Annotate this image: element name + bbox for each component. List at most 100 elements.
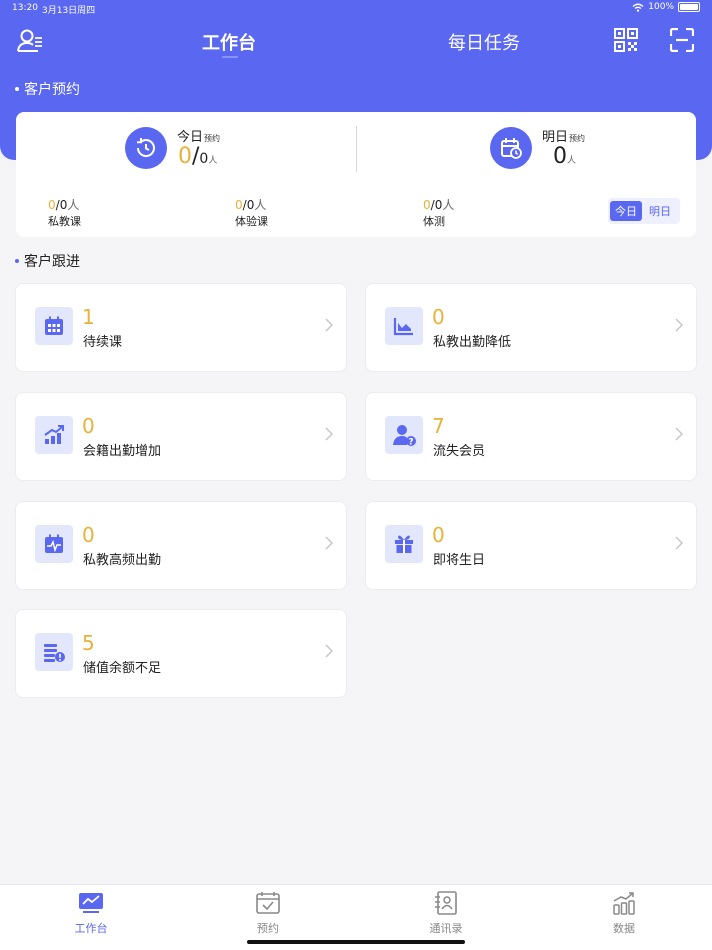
- calendar-check-icon: [256, 892, 280, 914]
- tab-bar-data[interactable]: 数据: [594, 891, 654, 936]
- gift-icon: [385, 525, 423, 563]
- stat-private-class: 0/0人 私教课: [48, 198, 81, 228]
- chart-up-icon: [35, 416, 73, 454]
- tab-label: 预约: [257, 922, 279, 935]
- tomorrow-unit: 人: [567, 156, 577, 166]
- day-toggle: 今日 明日: [608, 198, 680, 224]
- stat-unit: 人: [254, 198, 267, 212]
- card-private-high-frequency[interactable]: 0 私教高频出勤: [15, 501, 347, 590]
- chevron-right-icon: [675, 427, 684, 441]
- toggle-tomorrow[interactable]: 明日: [644, 201, 676, 221]
- today-label-text: 今日: [177, 130, 204, 145]
- stat-done: 0: [235, 198, 243, 212]
- card-upcoming-birthday[interactable]: 0 即将生日: [365, 501, 697, 590]
- card-count: 0: [82, 523, 95, 547]
- stat-body-test: 0/0人 体测: [423, 198, 455, 228]
- status-date: 3月13日周四: [42, 6, 96, 16]
- tomorrow-appointment-label: 明日预约: [542, 126, 585, 145]
- user-question-icon: ?: [385, 416, 423, 454]
- card-count: 1: [82, 305, 95, 329]
- stat-unit: 人: [442, 198, 455, 212]
- card-count: 0: [432, 305, 445, 329]
- card-count: 7: [432, 414, 445, 438]
- status-time: 13:20: [12, 3, 38, 13]
- monitor-chart-icon: [79, 893, 103, 913]
- section-title-follow-up: 客户跟进: [15, 251, 80, 271]
- chevron-right-icon: [675, 536, 684, 550]
- scan-icon[interactable]: [670, 28, 694, 52]
- tab-label: 工作台: [74, 922, 108, 935]
- tab-bar-workbench[interactable]: 工作台: [61, 891, 121, 936]
- chevron-right-icon: [325, 318, 334, 332]
- card-label: 储值余额不足: [83, 661, 162, 676]
- stat-unit: 人: [67, 198, 80, 212]
- bullet-dot: [15, 87, 19, 91]
- chevron-right-icon: [325, 427, 334, 441]
- today-unit: 人: [208, 156, 218, 166]
- toggle-today[interactable]: 今日: [610, 201, 642, 221]
- stat-done: 0: [48, 198, 56, 212]
- bullet-dot: [15, 259, 19, 263]
- today-total: 0: [199, 151, 209, 167]
- card-label: 即将生日: [433, 553, 486, 568]
- today-appointment-count: 0/0人: [178, 146, 217, 172]
- svg-text:?: ?: [408, 438, 413, 448]
- card-lost-members[interactable]: ? 7 流失会员: [365, 392, 697, 481]
- clock-history-icon: [125, 127, 167, 169]
- today-done: 0: [178, 144, 192, 169]
- card-pending-renewal[interactable]: 1 待续课: [15, 283, 347, 372]
- battery-icon: [678, 2, 700, 12]
- status-bar: 13:20 3月13日周四 100%: [0, 0, 712, 18]
- tab-bar-appointments[interactable]: 预约: [238, 891, 298, 936]
- tab-active-indicator: [222, 56, 238, 58]
- chevron-right-icon: [325, 644, 334, 658]
- top-nav: 工作台 每日任务: [0, 20, 712, 64]
- section-title-text: 客户预约: [24, 82, 80, 98]
- qr-code-icon[interactable]: [614, 28, 638, 52]
- stat-name: 体验课: [235, 215, 268, 228]
- tab-workbench[interactable]: 工作台: [202, 29, 256, 55]
- today-label-sub: 预约: [204, 134, 221, 143]
- tomorrow-appointment-count: 0人: [553, 146, 576, 172]
- card-label: 私教出勤降低: [433, 335, 512, 350]
- card-count: 5: [82, 631, 95, 655]
- tomorrow-count: 0: [553, 144, 567, 169]
- wifi-icon: [632, 3, 644, 12]
- card-low-balance[interactable]: 5 储值余额不足: [15, 609, 347, 698]
- bar-chart-trend-icon: [613, 892, 635, 915]
- stat-name: 体测: [423, 215, 445, 228]
- home-indicator: [247, 940, 465, 944]
- section-title-text: 客户跟进: [24, 254, 80, 270]
- card-label: 流失会员: [433, 444, 486, 459]
- today-appointment-label: 今日预约: [177, 126, 220, 145]
- card-membership-attendance-up[interactable]: 0 会籍出勤增加: [15, 392, 347, 481]
- stat-name: 私教课: [48, 215, 81, 228]
- user-list-icon[interactable]: [16, 28, 44, 54]
- stat-trial-class: 0/0人 体验课: [235, 198, 268, 228]
- stat-done: 0: [423, 198, 431, 212]
- card-label: 待续课: [83, 335, 123, 350]
- card-count: 0: [432, 523, 445, 547]
- calendar-grid-icon: [35, 307, 73, 345]
- tomorrow-label-sub: 预约: [569, 134, 586, 143]
- card-label: 会籍出勤增加: [83, 444, 162, 459]
- coins-alert-icon: [35, 633, 73, 671]
- contact-book-icon: [435, 891, 457, 915]
- tab-label: 数据: [613, 922, 635, 935]
- divider: [356, 126, 357, 172]
- section-title-appointments: 客户预约: [15, 79, 80, 99]
- card-count: 0: [82, 414, 95, 438]
- appointment-card: 今日预约 0/0人 明日预约 0人 0/0人 私教课 0/0人 体验课 0/0人…: [16, 112, 696, 237]
- tab-daily-tasks[interactable]: 每日任务: [448, 29, 520, 55]
- tab-bar-contacts[interactable]: 通讯录: [416, 891, 476, 936]
- card-private-attendance-down[interactable]: 0 私教出勤降低: [365, 283, 697, 372]
- calendar-clock-icon: [490, 127, 532, 169]
- status-right: 100%: [632, 2, 700, 12]
- calendar-pulse-icon: [35, 525, 73, 563]
- battery-percent: 100%: [648, 2, 674, 12]
- chevron-right-icon: [325, 536, 334, 550]
- chevron-right-icon: [675, 318, 684, 332]
- tab-label: 通讯录: [429, 922, 463, 935]
- tomorrow-label-text: 明日: [542, 130, 569, 145]
- chart-down-icon: [385, 307, 423, 345]
